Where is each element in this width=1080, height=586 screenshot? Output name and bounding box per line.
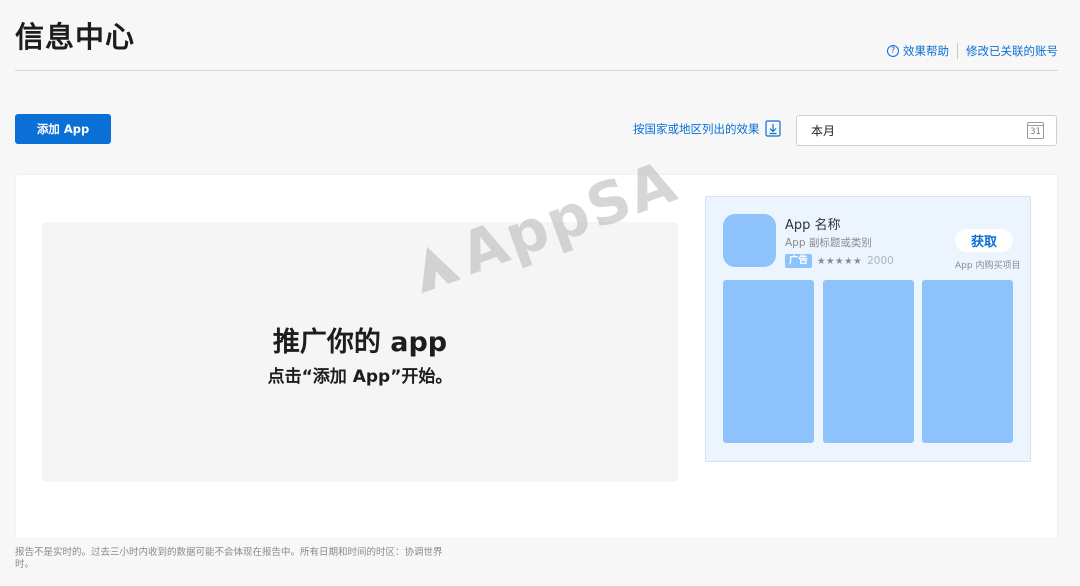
get-button: 获取: [955, 229, 1013, 252]
screenshot-placeholder-1: [723, 280, 814, 443]
export-link-label: 按国家或地区列出的效果: [633, 121, 760, 136]
promo-panel: 推广你的 app 点击“添加 App”开始。: [42, 222, 678, 482]
edit-linked-account-link[interactable]: 修改已关联的账号: [966, 43, 1058, 59]
ad-badge: 广告: [785, 254, 813, 268]
app-name: App 名称: [785, 218, 841, 233]
top-links: ? 效果帮助 修改已关联的账号: [887, 43, 1058, 59]
app-subtitle: App 副标题或类别: [785, 237, 872, 249]
question-circle-icon: ?: [887, 45, 899, 57]
link-divider: [957, 43, 958, 59]
ad-preview-card: App 名称 App 副标题或类别 广告 ★★★★★ 2000 获取 App 内…: [705, 196, 1031, 462]
download-icon: [764, 120, 781, 137]
help-link-label: 效果帮助: [903, 44, 949, 58]
promo-subtitle: 点击“添加 App”开始。: [267, 367, 453, 387]
help-link[interactable]: ? 效果帮助: [887, 43, 949, 59]
app-icon-placeholder: [723, 214, 776, 267]
main-card: 推广你的 app 点击“添加 App”开始。 App 名称 App 副标题或类别…: [16, 175, 1057, 538]
star-rating-icon: ★★★★★: [817, 255, 863, 267]
calendar-icon[interactable]: 31: [1027, 122, 1044, 139]
header-divider: [15, 70, 1058, 71]
rating-count: 2000: [867, 255, 894, 267]
footer-note: 报告不是实时的。过去三小时内收到的数据可能不会体现在报告中。所有日期和时间的时区…: [15, 547, 443, 570]
in-app-purchase-note: App 内购买项目: [955, 261, 1021, 271]
ad-meta-row: 广告 ★★★★★ 2000: [785, 254, 894, 268]
add-app-button[interactable]: 添加 App: [15, 114, 111, 144]
promo-title: 推广你的 app: [272, 327, 448, 358]
export-by-country-link[interactable]: 按国家或地区列出的效果: [633, 120, 781, 137]
date-range-picker[interactable]: 本月 31: [796, 115, 1057, 146]
screenshot-placeholder-3: [922, 280, 1013, 443]
date-range-value: 本月: [811, 124, 836, 138]
page-title: 信息中心: [15, 20, 136, 54]
screenshot-placeholder-2: [823, 280, 914, 443]
